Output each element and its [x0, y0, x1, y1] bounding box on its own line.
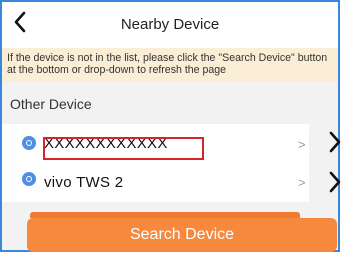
device-name: vivo TWS 2 — [44, 174, 124, 191]
chevron-right-icon: > — [298, 137, 306, 152]
refresh-notice: If the device is not in the list, please… — [2, 48, 338, 82]
device-row[interactable]: XXXXXXXXXXXX > — [2, 128, 309, 161]
page-title: Nearby Device — [120, 16, 220, 33]
device-icon — [22, 136, 36, 150]
chevron-right-icon[interactable] — [329, 171, 341, 193]
chevron-right-icon: > — [298, 175, 306, 190]
search-device-button[interactable]: Search Device — [27, 218, 337, 252]
nav-bar: Nearby Device — [2, 2, 338, 48]
chevron-right-icon[interactable] — [329, 131, 341, 153]
device-name: XXXXXXXXXXXX — [44, 135, 168, 152]
device-row[interactable]: vivo TWS 2 > — [2, 166, 309, 199]
device-icon — [22, 172, 36, 186]
section-title: Other Device — [10, 96, 92, 112]
